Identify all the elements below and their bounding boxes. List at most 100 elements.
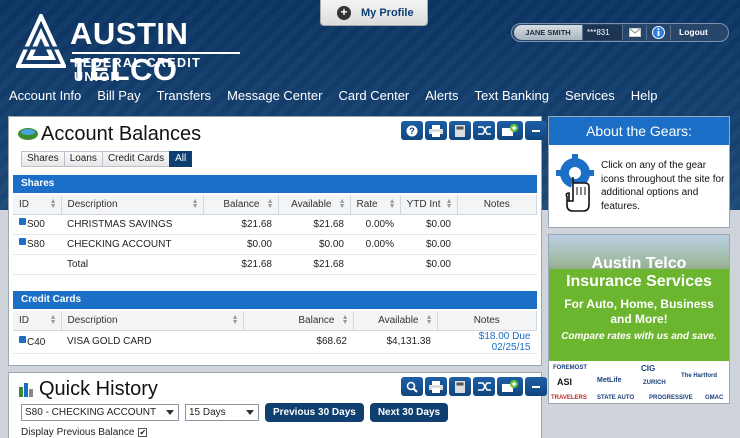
svg-text:?: ?	[409, 126, 415, 136]
nav-transfers[interactable]: Transfers	[157, 88, 211, 108]
filter-shares[interactable]: Shares	[21, 151, 65, 167]
collapse-button[interactable]	[525, 121, 547, 140]
days-select[interactable]: 15 Days	[185, 404, 259, 421]
display-previous-balance-checkbox[interactable]: ✔	[138, 428, 148, 437]
bar-chart-icon	[19, 383, 33, 397]
help-button[interactable]: ?	[401, 121, 423, 140]
printer-icon	[429, 124, 443, 137]
row-notes-link[interactable]: $18.00 Due 02/25/15	[437, 330, 537, 354]
col-balance[interactable]: Balance ▲ ▼	[243, 311, 354, 331]
next-30-days-button[interactable]: Next 30 Days	[369, 403, 449, 422]
row-ytd: $0.00	[400, 214, 457, 235]
col-description[interactable]: Description ▲ ▼	[61, 311, 244, 331]
previous-30-days-button[interactable]: Previous 30 Days	[265, 403, 364, 422]
shares-section-header: Shares	[13, 175, 537, 193]
brand-logo: STATE AUTO	[597, 395, 635, 401]
nav-services[interactable]: Services	[565, 88, 615, 108]
user-name: JANE SMITH	[514, 25, 582, 40]
credit-cards-table: ID ▲ ▼ Description ▲ ▼ Balance ▲ ▼ Available ▲ ▼…	[13, 311, 537, 354]
col-id[interactable]: ID ▲ ▼	[13, 311, 62, 331]
collapse-button[interactable]	[525, 377, 547, 396]
chevron-down-icon	[166, 410, 174, 415]
gear-icon[interactable]	[19, 238, 26, 245]
insurance-line-3: For Auto, Home, Business	[564, 297, 714, 311]
col-available[interactable]: Available ▲ ▼	[278, 195, 351, 215]
gear-icon[interactable]	[19, 218, 26, 225]
row-available: $21.68	[278, 214, 350, 235]
export-button[interactable]	[449, 121, 471, 140]
export-button[interactable]	[449, 377, 471, 396]
nav-bill-pay[interactable]: Bill Pay	[97, 88, 140, 108]
filter-loans[interactable]: Loans	[63, 151, 103, 167]
col-id[interactable]: ID ▲ ▼	[13, 195, 62, 215]
row-description[interactable]: CHECKING ACCOUNT	[61, 234, 203, 255]
total-ytd: $0.00	[400, 254, 457, 275]
insurance-line-1: Austin Telco	[591, 255, 687, 272]
col-available[interactable]: Available ▲ ▼	[353, 311, 438, 331]
info-button[interactable]	[646, 25, 670, 40]
nav-alerts[interactable]: Alerts	[425, 88, 458, 108]
row-rate: 0.00%	[350, 234, 400, 255]
insurer-logos: FOREMOST CIG ASI MetLife ZURICH The Hart…	[549, 361, 729, 403]
brand-logo: ZURICH	[643, 380, 666, 386]
row-notes	[457, 234, 537, 255]
plus-icon: +	[337, 5, 351, 20]
brand-logo: FOREMOST	[553, 365, 587, 371]
account-select[interactable]: S80 - CHECKING ACCOUNT	[21, 404, 179, 421]
row-available: $4,131.38	[353, 330, 437, 354]
col-description[interactable]: Description ▲ ▼	[61, 195, 204, 215]
table-row[interactable]: C40 VISA GOLD CARD $68.62 $4,131.38 $18.…	[13, 330, 537, 354]
insurance-ad[interactable]: Austin Telco Insurance Services For Auto…	[548, 234, 730, 404]
print-button[interactable]	[425, 121, 447, 140]
logo-divider	[72, 52, 240, 54]
nav-text-banking[interactable]: Text Banking	[475, 88, 549, 108]
nav-message-center[interactable]: Message Center	[227, 88, 322, 108]
account-filter-group: Shares Loans Credit Cards All	[21, 151, 193, 167]
account-balances-panel: Account Balances ? Shares Loans Credit C…	[8, 116, 547, 366]
print-button[interactable]	[425, 377, 447, 396]
about-gears-title: About the Gears:	[549, 117, 729, 145]
nav-card-center[interactable]: Card Center	[338, 88, 409, 108]
message-button[interactable]	[622, 25, 646, 40]
row-rate: 0.00%	[350, 214, 400, 235]
brand-logo: MetLife	[597, 377, 622, 384]
add-alert-button[interactable]	[497, 377, 523, 396]
credit-cards-section-header: Credit Cards	[13, 291, 537, 309]
col-rate[interactable]: Rate ▲ ▼	[350, 195, 401, 215]
brand-logo: TRAVELERS	[551, 395, 587, 401]
calculator-icon	[455, 124, 465, 137]
insurance-line-5: Compare rates with us and save.	[561, 331, 717, 342]
transfer-button[interactable]	[473, 121, 495, 140]
row-description[interactable]: CHRISTMAS SAVINGS	[61, 214, 203, 235]
col-balance[interactable]: Balance ▲ ▼	[203, 195, 279, 215]
table-row[interactable]: S00 CHRISTMAS SAVINGS $21.68 $21.68 0.00…	[13, 214, 537, 235]
row-balance: $21.68	[203, 214, 278, 235]
nav-help[interactable]: Help	[631, 88, 658, 108]
total-row: Total $21.68 $21.68 $0.00	[13, 254, 537, 275]
add-alert-button[interactable]	[497, 121, 523, 140]
gear-icon[interactable]	[19, 335, 26, 343]
table-row[interactable]: S80 CHECKING ACCOUNT $0.00 $0.00 0.00% $…	[13, 234, 537, 255]
filter-all[interactable]: All	[169, 151, 193, 167]
my-profile-tab[interactable]: + My Profile	[320, 0, 428, 26]
col-ytd-int[interactable]: YTD Int ▲ ▼	[400, 195, 458, 215]
row-description[interactable]: VISA GOLD CARD	[61, 330, 243, 354]
row-balance: $0.00	[203, 234, 278, 255]
envelope-plus-icon	[502, 380, 518, 392]
logout-link[interactable]: Logout	[670, 25, 728, 40]
filter-credit-cards[interactable]: Credit Cards	[101, 151, 171, 167]
brand-logo: ASI	[557, 377, 573, 387]
minus-icon	[532, 129, 540, 132]
insurance-line-2: Insurance Services	[566, 273, 712, 290]
globe-icon	[18, 128, 38, 140]
brand-logo: PROGRESSIVE	[649, 395, 693, 401]
austin-telco-logo[interactable]: AUSTIN TELCO FEDERAL CREDIT UNION	[16, 14, 246, 87]
search-button[interactable]	[401, 377, 423, 396]
nav-account-info[interactable]: Account Info	[9, 88, 81, 108]
quick-history-panel: Quick History S80 - CHECKING ACCOUNT 15 …	[8, 372, 547, 438]
transfer-button[interactable]	[473, 377, 495, 396]
row-notes	[457, 214, 537, 235]
shares-table: ID ▲ ▼ Description ▲ ▼ Balance ▲ ▼ Available ▲ ▼…	[13, 195, 537, 275]
my-profile-label: My Profile	[361, 6, 414, 19]
question-icon: ?	[406, 125, 418, 136]
